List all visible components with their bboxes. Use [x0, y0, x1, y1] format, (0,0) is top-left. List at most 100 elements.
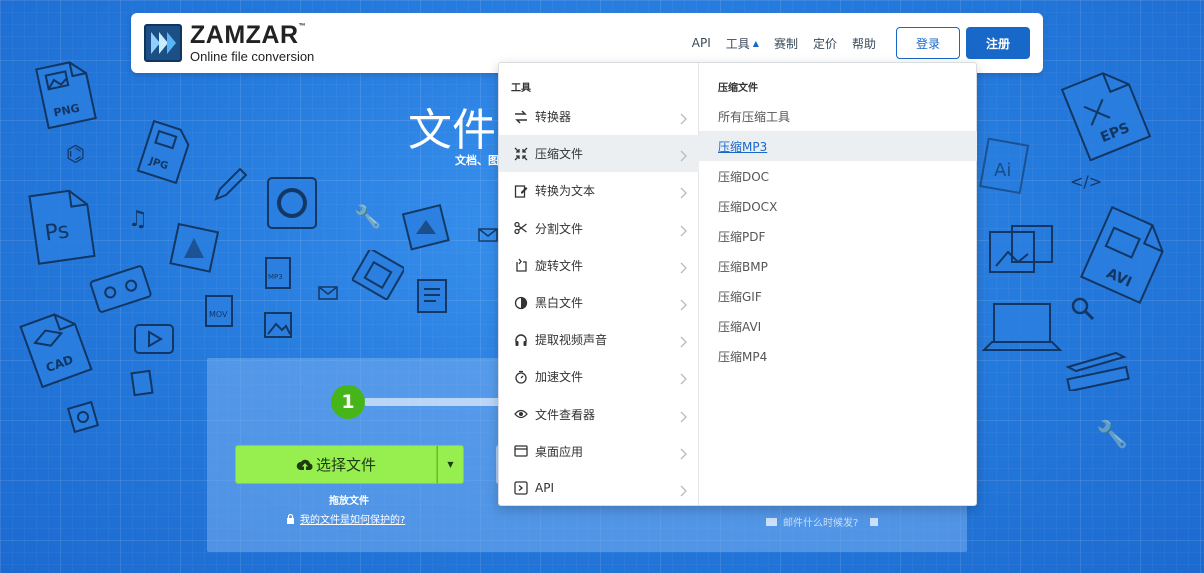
tools-menu-item-label: 转换为文本 — [535, 184, 596, 199]
main-nav: API 工具 ▲ 赛制 定价 帮助 登录 注册 — [692, 27, 1030, 59]
chevron-right-icon — [680, 408, 687, 422]
compress-menu-item[interactable]: 压缩DOC — [699, 161, 977, 191]
ps-label: Ps — [43, 218, 71, 246]
step-progress-line — [363, 398, 503, 406]
tools-menu-item-label: 文件查看器 — [535, 407, 596, 422]
mp3-file-icon: MP3 — [262, 255, 294, 291]
avi-file-icon: AVI — [1076, 205, 1176, 305]
email-hint-label: 邮件什么时候发? — [783, 518, 859, 529]
compress-menu-item[interactable]: 压缩MP4 — [699, 342, 977, 372]
cassette-icon — [88, 265, 154, 315]
compress-menu-item[interactable]: 压缩GIF — [699, 282, 977, 312]
nav-pricing[interactable]: 定价 — [813, 35, 837, 52]
music-note-icon: ♫ — [128, 207, 148, 232]
logo-trademark: ™ — [298, 23, 307, 30]
tools-menu-item-label: 桌面应用 — [535, 444, 584, 459]
mail-icon — [766, 517, 777, 526]
contrast-icon — [513, 295, 528, 310]
choose-source-dropdown[interactable]: ▼ — [437, 445, 464, 484]
nav-help-label: 帮助 — [851, 36, 876, 51]
compress-menu-item[interactable]: 压缩BMP — [699, 251, 977, 281]
tools-menu-item[interactable]: 提取视频声音 — [499, 321, 699, 358]
chevron-right-icon — [680, 333, 687, 348]
chevron-right-icon — [680, 222, 687, 237]
login-button[interactable]: 登录 — [896, 27, 960, 59]
chevron-right-icon — [680, 259, 687, 274]
tools-menu-item[interactable]: 旋转文件 — [499, 247, 699, 284]
logo-mark-icon — [144, 24, 182, 62]
tools-menu-item[interactable]: 加速文件 — [499, 358, 699, 395]
compress-menu-item[interactable]: 压缩AVI — [699, 312, 977, 342]
film-strip-icon — [352, 250, 404, 300]
drag-drop-label: 拖放文件 — [329, 496, 369, 507]
compress-menu-item[interactable]: 压缩DOCX — [699, 191, 977, 221]
tools-menu-item[interactable]: 压缩文件 — [499, 135, 699, 173]
illustrator-file-icon: Ai — [978, 138, 1032, 196]
gear-file-icon — [66, 400, 100, 434]
file-protection-label: 我的文件是如何保护的? — [300, 515, 406, 526]
cube-icon: ⌬ — [66, 142, 86, 167]
compress-column: 压缩文件 所有压缩工具 压缩MP3 压缩DOC 压缩DOCX 压缩PDF 压缩BMP 压缩G… — [699, 63, 977, 505]
tools-menu-item-label: 压缩文件 — [535, 147, 584, 162]
step-one-badge: 1 — [331, 385, 365, 419]
bin-icon — [128, 368, 156, 398]
ai-label: Ai — [994, 160, 1011, 181]
chevron-right-icon — [680, 482, 687, 497]
nav-help[interactable]: 帮助 — [852, 35, 876, 52]
hero-title: 文件 — [408, 105, 496, 156]
image-file-icon — [262, 310, 294, 340]
tools-menu-item[interactable]: 分割文件 — [499, 210, 699, 247]
hero-subtitle: 文档、图 — [455, 154, 499, 167]
tools-menu-item[interactable]: 桌面应用 — [499, 433, 699, 470]
logo-name: ZAMZAR™ — [190, 21, 307, 49]
nav-api[interactable]: API — [692, 36, 711, 50]
tools-menu-item[interactable]: 转换为文本 — [499, 172, 699, 209]
chevron-right-icon — [680, 110, 687, 125]
zamzar-logo[interactable]: ZAMZAR™ Online file conversion — [144, 23, 314, 63]
tools-dropdown-menu: 工具 转换器 压缩文件 转换为文本 分割文件 旋转文件 黑白文件 提取视频声音 加速文件 文件查… — [498, 62, 977, 506]
tools-menu-item-label: 旋转文件 — [535, 258, 584, 273]
tools-menu-item-label: 提取视频声音 — [535, 333, 608, 348]
mov-file-icon: MOV — [202, 293, 236, 329]
compress-menu-item[interactable]: 所有压缩工具 — [699, 101, 977, 131]
tools-menu-item-label: 加速文件 — [535, 370, 584, 385]
compress-menu-item[interactable]: 压缩PDF — [699, 221, 977, 251]
eye-icon — [513, 407, 528, 422]
envelope-icon-2 — [478, 228, 498, 242]
nav-contest-label: 赛制 — [773, 36, 798, 51]
tools-menu-item[interactable]: 文件查看器 — [499, 396, 699, 433]
nav-contest[interactable]: 赛制 — [774, 35, 798, 52]
headphones-icon — [513, 332, 528, 347]
jpg-file-icon: JPG — [135, 120, 195, 184]
nav-tools-label: 工具 — [725, 36, 750, 51]
chevron-right-icon — [680, 370, 687, 385]
tools-menu-item[interactable]: 黑白文件 — [499, 284, 699, 321]
tools-menu-item-label: API — [535, 481, 554, 496]
signup-button[interactable]: 注册 — [966, 27, 1030, 59]
magnifier-icon — [1070, 296, 1096, 322]
photoshop-file-icon: Ps — [26, 186, 100, 266]
tools-menu-item[interactable]: 转换器 — [499, 98, 699, 135]
compress-heading: 压缩文件 — [718, 83, 758, 94]
picture-frame-icon — [986, 222, 1058, 278]
wrench-icon: 🔧 — [354, 205, 382, 230]
laptop-icon — [980, 296, 1064, 358]
caret-up-icon: ▲ — [752, 38, 759, 48]
tools-menu-item[interactable]: API — [499, 470, 699, 507]
nav-pricing-label: 定价 — [812, 36, 837, 51]
ruler-pencil-icon — [1062, 345, 1134, 391]
mp3-label: MP3 — [268, 273, 283, 281]
compress-menu-item[interactable]: 压缩MP3 — [699, 131, 977, 162]
chevron-right-icon — [680, 445, 687, 460]
edit-doc-icon — [513, 183, 528, 198]
nav-tools[interactable]: 工具 ▲ — [726, 35, 759, 52]
caret-down-icon: ▼ — [447, 460, 454, 469]
file-protection-link[interactable]: 我的文件是如何保护的? — [286, 511, 405, 526]
wrench-icon-2: 🔧 — [1096, 420, 1129, 450]
checkbox-icon[interactable] — [870, 517, 879, 526]
tools-menu-item-label: 黑白文件 — [535, 296, 584, 311]
tools-heading: 工具 — [511, 83, 531, 94]
window-icon — [513, 444, 528, 459]
choose-files-button[interactable]: 选择文件 — [235, 445, 437, 484]
terminal-icon — [513, 481, 528, 496]
